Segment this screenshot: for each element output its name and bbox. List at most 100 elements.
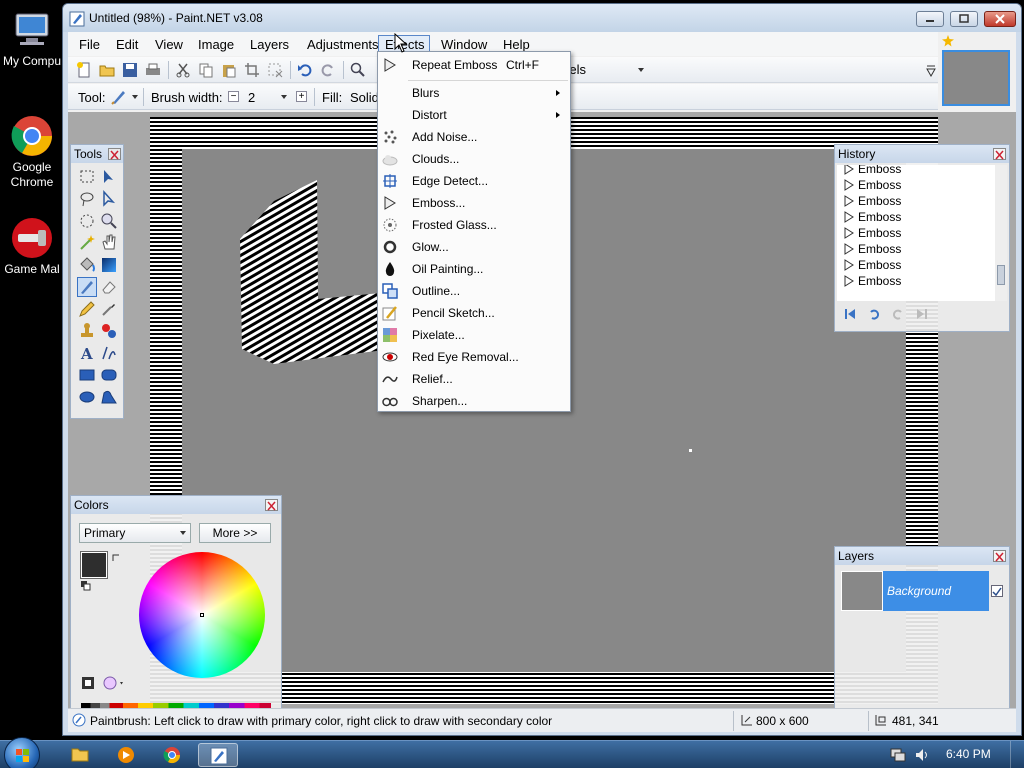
- history-item[interactable]: Emboss: [843, 165, 901, 177]
- copy-icon[interactable]: [198, 62, 214, 78]
- menu-item-edge-detect[interactable]: Edge Detect...: [378, 170, 570, 192]
- open-icon[interactable]: [99, 62, 115, 78]
- reset-colors-icon[interactable]: [81, 580, 91, 594]
- history-item[interactable]: Emboss: [843, 225, 901, 241]
- history-item[interactable]: Emboss: [843, 241, 901, 257]
- eraser-tool-icon[interactable]: [99, 277, 119, 297]
- menu-edit[interactable]: Edit: [109, 35, 145, 54]
- tools-panel-close-icon[interactable]: [108, 148, 121, 160]
- palette-icon[interactable]: [81, 676, 95, 693]
- rectangle-tool-icon[interactable]: [77, 365, 97, 385]
- rectangle-select-tool-icon[interactable]: [77, 167, 97, 187]
- menu-item-outline[interactable]: Outline...: [378, 280, 570, 302]
- taskbar-paint-net-button[interactable]: [198, 743, 238, 767]
- history-item[interactable]: Emboss: [843, 193, 901, 209]
- menu-item-relief[interactable]: Relief...: [378, 368, 570, 390]
- units-dropdown-arrow[interactable]: [638, 68, 644, 72]
- menu-item-red-eye-removal[interactable]: Red Eye Removal...: [378, 346, 570, 368]
- new-icon[interactable]: [76, 62, 92, 78]
- desktop-icon-my-computer[interactable]: My Compu: [0, 8, 64, 69]
- menu-item-oil-painting[interactable]: Oil Painting...: [378, 258, 570, 280]
- history-scrollbar[interactable]: [995, 165, 1007, 301]
- history-item[interactable]: Emboss: [843, 257, 901, 273]
- print-icon[interactable]: [145, 62, 161, 78]
- color-wheel[interactable]: [139, 552, 265, 678]
- lasso-tool-icon[interactable]: [77, 189, 97, 209]
- paste-icon[interactable]: [221, 62, 237, 78]
- menu-item-blurs[interactable]: Blurs: [378, 82, 570, 104]
- move-selection-tool-icon[interactable]: [99, 167, 119, 187]
- history-first-icon[interactable]: [843, 307, 857, 324]
- menu-item-emboss[interactable]: Emboss...: [378, 192, 570, 214]
- text-tool-icon[interactable]: A: [77, 343, 97, 363]
- redo-icon[interactable]: [320, 62, 336, 78]
- magic-wand-tool-icon[interactable]: [77, 233, 97, 253]
- crop-icon[interactable]: [244, 62, 260, 78]
- brush-width-decrease-button[interactable]: −: [228, 91, 239, 102]
- menu-item-distort[interactable]: Distort: [378, 104, 570, 126]
- rounded-rectangle-tool-icon[interactable]: [99, 365, 119, 385]
- swap-colors-icon[interactable]: [111, 552, 121, 566]
- pencil-tool-icon[interactable]: [77, 299, 97, 319]
- save-icon[interactable]: [122, 62, 138, 78]
- tool-dropdown-arrow[interactable]: [132, 95, 138, 99]
- recolor-tool-icon[interactable]: [99, 321, 119, 341]
- pan-tool-icon[interactable]: [99, 233, 119, 253]
- primary-color-swatch[interactable]: [80, 551, 108, 579]
- history-panel-close-icon[interactable]: [993, 148, 1006, 160]
- undo-icon[interactable]: [297, 62, 313, 78]
- ellipse-select-tool-icon[interactable]: [77, 211, 97, 231]
- taskbar-explorer-button[interactable]: [60, 743, 100, 767]
- taskbar-media-player-button[interactable]: [106, 743, 146, 767]
- volume-icon[interactable]: [914, 747, 930, 766]
- more-colors-button[interactable]: More >>: [199, 523, 271, 543]
- layer-visibility-checkbox[interactable]: [991, 585, 1003, 597]
- color-picker-tool-icon[interactable]: [99, 299, 119, 319]
- image-thumbnail[interactable]: [942, 50, 1010, 106]
- cut-icon[interactable]: [175, 62, 191, 78]
- show-desktop-button[interactable]: [1010, 741, 1024, 768]
- brush-width-value[interactable]: 2: [248, 90, 255, 105]
- fill-value[interactable]: Solid: [350, 90, 379, 105]
- zoom-tool-icon[interactable]: [99, 211, 119, 231]
- menu-item-frosted-glass[interactable]: Frosted Glass...: [378, 214, 570, 236]
- start-button[interactable]: [4, 737, 40, 768]
- paint-bucket-tool-icon[interactable]: [77, 255, 97, 275]
- history-redo-icon[interactable]: [891, 307, 905, 324]
- layer-row-background[interactable]: Background: [841, 571, 989, 611]
- deselect-icon[interactable]: [267, 62, 283, 78]
- color-selector-dropdown[interactable]: Primary: [79, 523, 191, 543]
- toolbar-overflow-icon[interactable]: [926, 65, 936, 80]
- brush-width-increase-button[interactable]: +: [296, 91, 307, 102]
- menu-item-repeat-emboss[interactable]: Repeat Emboss Ctrl+F: [378, 54, 570, 76]
- menu-adjustments[interactable]: Adjustments: [300, 35, 386, 54]
- menu-item-pixelate[interactable]: Pixelate...: [378, 324, 570, 346]
- minimize-button[interactable]: [916, 11, 944, 27]
- close-button[interactable]: [984, 11, 1016, 27]
- menu-item-glow[interactable]: Glow...: [378, 236, 570, 258]
- zoom-icon[interactable]: [350, 62, 366, 78]
- layers-panel-close-icon[interactable]: [993, 550, 1006, 562]
- menu-layers[interactable]: Layers: [243, 35, 296, 54]
- menu-item-clouds[interactable]: Clouds...: [378, 148, 570, 170]
- gradient-tool-icon[interactable]: [99, 255, 119, 275]
- menu-item-pencil-sketch[interactable]: Pencil Sketch...: [378, 302, 570, 324]
- taskbar-clock[interactable]: 6:40 PM: [946, 747, 991, 761]
- brush-width-dropdown-arrow[interactable]: [281, 95, 287, 99]
- taskbar-chrome-button[interactable]: [152, 743, 192, 767]
- freeform-shape-tool-icon[interactable]: [99, 387, 119, 407]
- maximize-button[interactable]: [950, 11, 978, 27]
- line-curve-tool-icon[interactable]: [99, 343, 119, 363]
- history-last-icon[interactable]: [915, 307, 929, 324]
- title-bar[interactable]: Untitled (98%) - Paint.NET v3.08: [63, 4, 1021, 32]
- menu-image[interactable]: Image: [191, 35, 241, 54]
- paintbrush-tool-icon[interactable]: [110, 88, 128, 109]
- desktop-icon-game-maker[interactable]: Game Mal: [0, 216, 64, 277]
- ellipse-tool-icon[interactable]: [77, 387, 97, 407]
- history-item[interactable]: Emboss: [843, 209, 901, 225]
- history-scrollbar-thumb[interactable]: [997, 265, 1005, 285]
- desktop-icon-google-chrome[interactable]: Google Chrome: [0, 114, 64, 190]
- color-wheel-cursor[interactable]: [200, 613, 204, 617]
- history-item[interactable]: Emboss: [843, 177, 901, 193]
- menu-file[interactable]: File: [72, 35, 107, 54]
